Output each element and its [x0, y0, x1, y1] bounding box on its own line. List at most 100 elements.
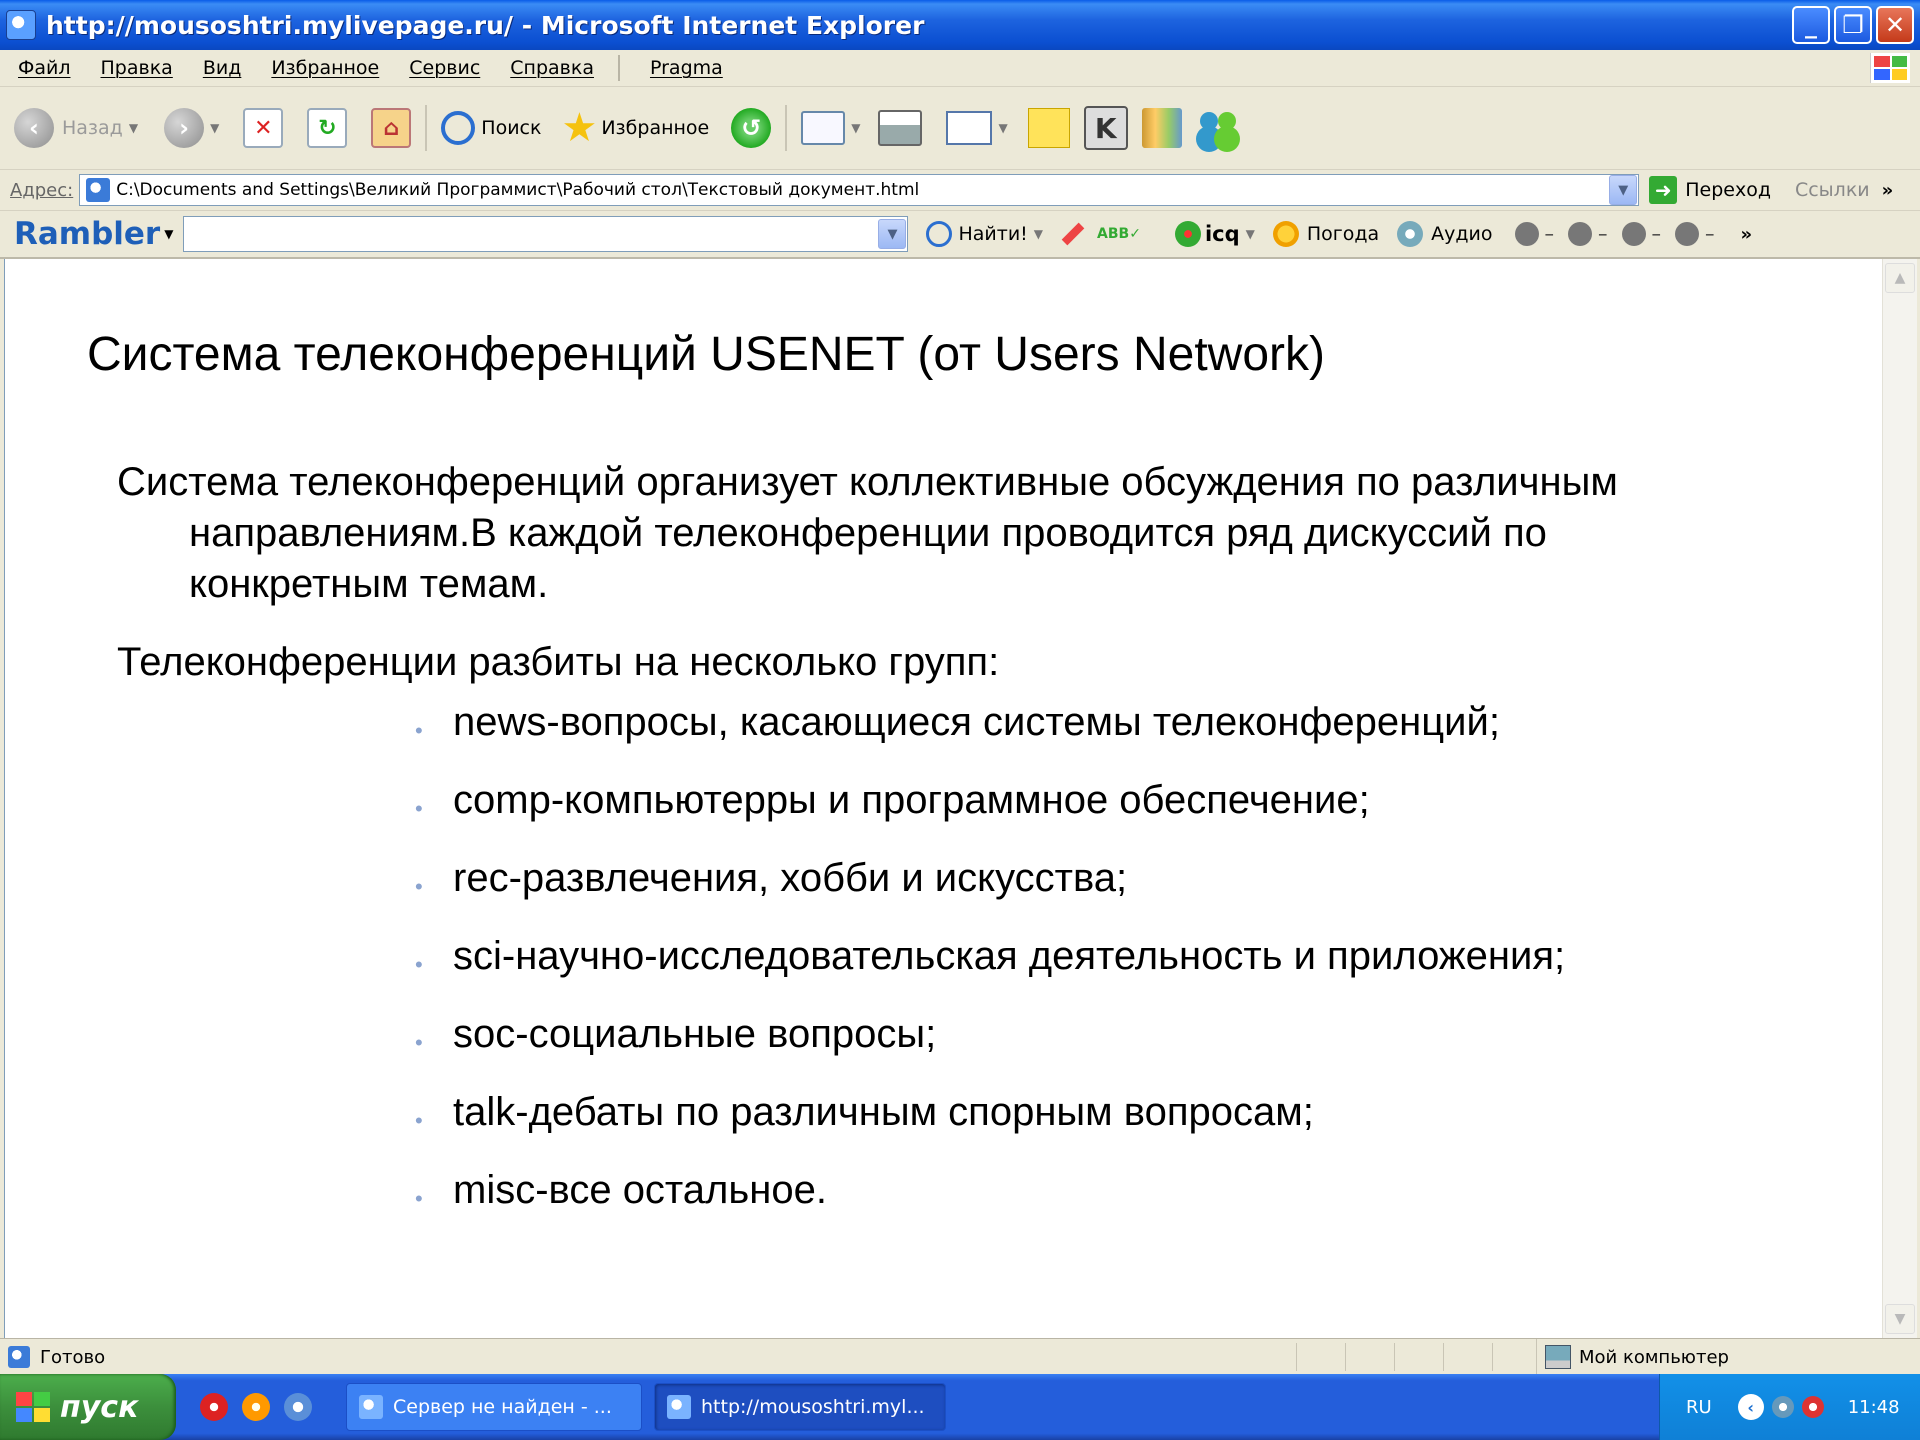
go-arrow-icon: ➜	[1649, 176, 1678, 204]
menu-bar: Файл Правка Вид Избранное Сервис Справка…	[0, 50, 1920, 87]
address-label: Адрес:	[10, 179, 74, 201]
menu-edit[interactable]: Правка	[101, 57, 173, 79]
taskbar-item-mousoshtri[interactable]: http://mousoshtri.myl...	[654, 1383, 946, 1431]
dropdown-arrow-icon[interactable]: ▼	[164, 227, 173, 241]
menu-view[interactable]: Вид	[203, 57, 242, 79]
window-title: http://mousoshtri.mylivepage.ru/ - Micro…	[46, 10, 925, 40]
page-content[interactable]: Система телеконференций USENET (от Users…	[4, 259, 1882, 1338]
rambler-search-input[interactable]: ▼	[183, 216, 909, 252]
bullet-icon: •	[415, 1186, 423, 1211]
ie-icon[interactable]	[284, 1393, 312, 1421]
taskbar-item-server-not-found[interactable]: Сервер не найден - ...	[346, 1383, 642, 1431]
chevron-down-icon[interactable]: ▼	[1609, 175, 1638, 205]
ie-icon	[6, 10, 36, 40]
chevron-right-icon[interactable]: »	[1741, 224, 1753, 245]
window-titlebar[interactable]: http://mousoshtri.mylivepage.ru/ - Micro…	[0, 0, 1920, 50]
network-icon[interactable]	[1771, 1396, 1794, 1418]
security-shield-icon[interactable]	[1801, 1396, 1824, 1418]
chevron-right-icon[interactable]: »	[1882, 180, 1894, 201]
stop-button[interactable]: ✕	[243, 108, 284, 148]
menu-tools[interactable]: Сервис	[409, 57, 480, 79]
menu-favorites[interactable]: Избранное	[271, 57, 379, 79]
chevron-left-icon[interactable]: ‹	[1737, 1394, 1764, 1420]
rambler-find-button[interactable]: Найти! ▼	[926, 221, 1043, 247]
vertical-scrollbar[interactable]: ▲ ▼	[1882, 259, 1917, 1338]
print-button[interactable]	[878, 110, 923, 146]
list-item-text: sci-научно-исследовательская деятельност…	[453, 934, 1566, 978]
task-label: Сервер не найден - ...	[393, 1396, 612, 1418]
bullet-icon: •	[415, 1108, 423, 1133]
scroll-up-icon[interactable]: ▲	[1885, 263, 1915, 293]
list-item: • sci-научно-исследовательская деятельнос…	[415, 931, 1565, 1009]
audio-icon	[1397, 221, 1424, 247]
tool-icon[interactable]	[1514, 222, 1539, 246]
edit-button[interactable]: ▼	[946, 111, 1008, 145]
tool-icon[interactable]	[1621, 222, 1646, 246]
highlight-button[interactable]: ABB✓	[1061, 222, 1149, 246]
dropdown-arrow-icon[interactable]: ▼	[998, 121, 1007, 135]
list-item-text: rec-развлечения, хобби и искусства;	[453, 856, 1128, 900]
address-input[interactable]: C:\Documents and Settings\Великий Програ…	[79, 174, 1640, 206]
search-button[interactable]: Поиск	[441, 111, 541, 145]
minimize-button[interactable]: _	[1792, 6, 1830, 44]
forward-button[interactable]: › ▼	[164, 108, 219, 148]
spellcheck-icon: ABB✓	[1097, 226, 1141, 242]
notes-button[interactable]	[1027, 108, 1070, 148]
language-indicator[interactable]: RU	[1686, 1397, 1712, 1418]
weather-button[interactable]: Погода	[1272, 221, 1380, 247]
go-button[interactable]: ➜ Переход	[1649, 176, 1771, 204]
links-button[interactable]: Ссылки	[1795, 179, 1870, 201]
chevron-down-icon[interactable]: ▼	[878, 219, 907, 249]
status-bar: Готово Мой компьютер	[0, 1338, 1920, 1375]
dropdown-arrow-icon[interactable]: ▼	[1246, 227, 1255, 241]
k-button[interactable]: K	[1083, 106, 1128, 150]
research-button[interactable]	[1141, 108, 1182, 148]
close-button[interactable]: ✕	[1876, 6, 1914, 44]
scroll-down-icon[interactable]: ▼	[1885, 1304, 1915, 1334]
menu-file[interactable]: Файл	[18, 57, 71, 79]
icq-label: icq	[1204, 222, 1240, 246]
favorites-button[interactable]: ★ Избранное	[561, 108, 709, 148]
dropdown-arrow-icon[interactable]: ▼	[210, 121, 219, 135]
icq-button[interactable]: icq ▼	[1174, 221, 1255, 247]
list-item: • news-вопросы, касающиеся системы телеко…	[415, 697, 1565, 775]
mail-button[interactable]: ▼	[801, 111, 860, 145]
opera-icon[interactable]	[200, 1393, 228, 1421]
address-value[interactable]: C:\Documents and Settings\Великий Програ…	[116, 180, 1609, 200]
quick-launch-icon[interactable]	[242, 1393, 270, 1421]
dropdown-arrow-icon[interactable]: ▼	[1034, 227, 1043, 241]
tool-icon[interactable]	[1675, 222, 1700, 246]
standard-toolbar: ‹ Назад ▼ › ▼ ✕ ↻ ⌂ Поиск ★ Избранное ↺ …	[0, 87, 1920, 170]
rambler-logo[interactable]: Rambler	[14, 216, 160, 252]
start-label: пуск	[60, 1389, 139, 1425]
maximize-button[interactable]: ❐	[1834, 6, 1872, 44]
audio-label: Аудио	[1431, 223, 1493, 245]
audio-button[interactable]: Аудио	[1397, 221, 1493, 247]
clock[interactable]: 11:48	[1848, 1397, 1900, 1418]
list-item: • rec-развлечения, хобби и искусства;	[415, 853, 1565, 931]
extra-tools: – – – –	[1514, 222, 1729, 246]
list-item: • talk-дебаты по различным спорным вопрос…	[415, 1087, 1565, 1165]
address-bar: Адрес: C:\Documents and Settings\Великий…	[0, 170, 1920, 211]
history-button[interactable]: ↺	[731, 108, 772, 148]
back-button[interactable]: ‹ Назад ▼	[14, 108, 138, 148]
menu-pragma[interactable]: Pragma	[650, 57, 723, 79]
dash-separator: –	[1544, 223, 1555, 245]
dash-separator: –	[1651, 223, 1662, 245]
menu-help[interactable]: Справка	[510, 57, 594, 79]
list-item-text: talk-дебаты по различным спорным вопроса…	[453, 1090, 1314, 1134]
refresh-button[interactable]: ↻	[307, 108, 348, 148]
dropdown-arrow-icon[interactable]: ▼	[129, 121, 138, 135]
page-done-icon	[8, 1346, 30, 1368]
start-button[interactable]: пуск	[0, 1374, 176, 1440]
status-text: Готово	[40, 1346, 106, 1368]
icq-flower-icon	[1174, 221, 1201, 247]
favorites-label: Избранное	[601, 117, 710, 139]
weather-label: Погода	[1306, 223, 1380, 245]
ie-icon	[667, 1395, 691, 1419]
messenger-button[interactable]	[1196, 108, 1240, 148]
home-button[interactable]: ⌂	[371, 108, 412, 148]
stop-icon: ✕	[243, 108, 284, 148]
tool-icon[interactable]	[1568, 222, 1593, 246]
dropdown-arrow-icon[interactable]: ▼	[851, 121, 860, 135]
